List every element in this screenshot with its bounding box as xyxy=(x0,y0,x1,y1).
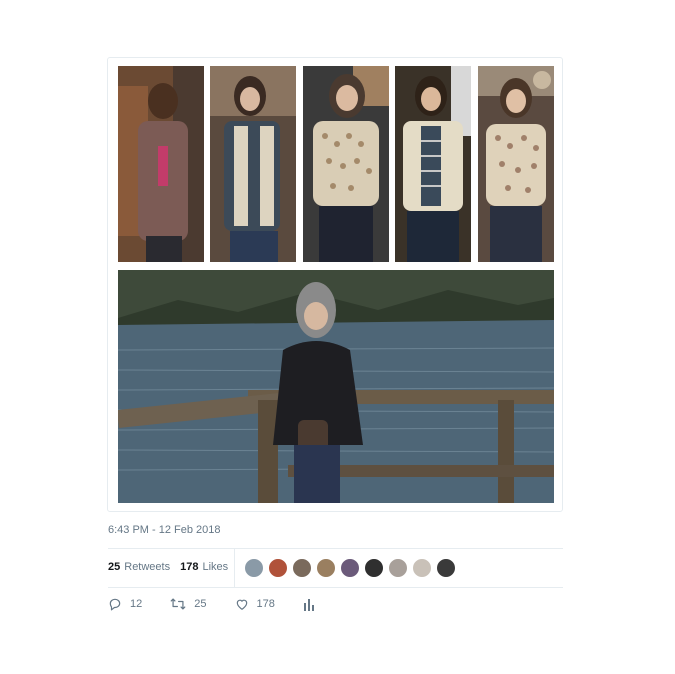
progress-photo-3[interactable] xyxy=(303,66,389,262)
likes-count: 178 xyxy=(180,561,199,573)
retweet-button[interactable]: 25 xyxy=(170,597,207,611)
retweets-stat[interactable]: 25 Retweets xyxy=(108,561,170,573)
progress-photo-4[interactable] xyxy=(395,66,471,262)
retweet-icon xyxy=(170,598,186,610)
liker-avatars xyxy=(244,558,460,578)
stats-separator xyxy=(234,549,235,587)
avatar[interactable] xyxy=(412,558,432,578)
analytics-icon xyxy=(303,599,314,611)
avatar[interactable] xyxy=(316,558,336,578)
divider-bottom xyxy=(108,587,563,588)
lakeside-photo[interactable] xyxy=(118,270,554,503)
avatar[interactable] xyxy=(340,558,360,578)
divider-top xyxy=(108,548,563,549)
reply-button[interactable]: 12 xyxy=(108,597,142,611)
avatar[interactable] xyxy=(292,558,312,578)
avatar[interactable] xyxy=(244,558,264,578)
like-count: 178 xyxy=(256,598,275,610)
progress-photo-5[interactable] xyxy=(478,66,554,262)
avatar[interactable] xyxy=(364,558,384,578)
likes-label: Likes xyxy=(202,561,229,573)
reply-icon xyxy=(109,598,121,611)
tweet-actions: 12 25 178 xyxy=(108,597,351,611)
tweet-stats: 25 Retweets 178 Likes xyxy=(108,561,238,573)
progress-photo-2[interactable] xyxy=(210,66,296,262)
heart-icon xyxy=(236,599,247,610)
avatar[interactable] xyxy=(388,558,408,578)
tweet-timestamp[interactable]: 6:43 PM - 12 Feb 2018 xyxy=(108,524,221,536)
retweets-count: 25 xyxy=(108,561,121,573)
like-button[interactable]: 178 xyxy=(235,597,275,611)
avatar[interactable] xyxy=(268,558,288,578)
reply-count: 12 xyxy=(130,598,143,610)
retweets-label: Retweets xyxy=(124,561,171,573)
retweet-count: 25 xyxy=(194,598,207,610)
analytics-button[interactable] xyxy=(303,597,323,611)
progress-photo-1[interactable] xyxy=(118,66,204,262)
avatar[interactable] xyxy=(436,558,456,578)
likes-stat[interactable]: 178 Likes xyxy=(180,561,228,573)
